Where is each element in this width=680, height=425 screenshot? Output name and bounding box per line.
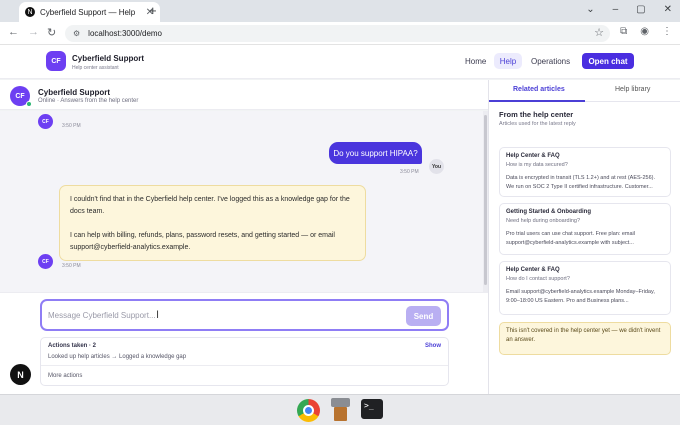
url-text[interactable]: localhost:3000/demo — [88, 29, 162, 38]
assistant-message-paragraph: I couldn't find that in the Cyberfield h… — [70, 196, 350, 215]
assistant-message-paragraph: I can help with billing, refunds, plans,… — [70, 232, 335, 251]
assistant-message: I couldn't find that in the Cyberfield h… — [59, 185, 366, 261]
open-chat-button[interactable]: Open chat — [582, 53, 634, 69]
message-time: 3:50 PM — [62, 123, 81, 129]
forward-icon[interactable]: → — [28, 26, 39, 38]
message-list[interactable]: CF 3:50 PM Do you support HIPAA? You 3:5… — [0, 111, 488, 292]
app-header: CF Cyberfield Support Help center assist… — [0, 45, 680, 79]
chrome-icon[interactable] — [297, 399, 320, 422]
tab-help-library[interactable]: Help library — [615, 86, 650, 93]
article-category: Help Center & FAQ — [506, 267, 560, 273]
reload-icon[interactable]: ↻ — [47, 26, 56, 39]
panel-heading: From the help center — [499, 110, 574, 119]
article-excerpt: Data is encrypted in transit (TLS 1.2+) … — [506, 175, 656, 190]
online-indicator — [26, 101, 32, 107]
actions-show-button[interactable]: Show — [425, 343, 441, 349]
profile-icon[interactable]: ◉ — [640, 26, 649, 37]
favicon-icon: N — [25, 7, 35, 17]
divider — [41, 365, 448, 366]
terminal-icon[interactable]: >_ — [361, 399, 383, 419]
nextjs-badge-icon[interactable]: N — [10, 364, 31, 385]
nav-help[interactable]: Help — [494, 53, 522, 69]
extensions-icon[interactable]: ⧉ — [620, 26, 627, 37]
article-question: Need help during onboarding? — [506, 218, 581, 224]
files-app-icon-body — [334, 407, 347, 421]
user-avatar: You — [429, 159, 444, 174]
close-window-icon[interactable]: ✕ — [664, 4, 672, 15]
brand-subtitle: Help center assistant — [72, 65, 119, 71]
chat-status: Online · Answers from the help center — [38, 98, 139, 104]
message-time: 3:50 PM — [62, 263, 81, 269]
article-question: How is my data secured? — [506, 162, 568, 168]
brand-logo: CF — [46, 51, 66, 71]
chat-title: Cyberfield Support — [38, 88, 111, 97]
text-cursor-icon: I — [156, 309, 160, 321]
user-message: Do you support HIPAA? — [329, 142, 422, 164]
nav-operations[interactable]: Operations — [531, 57, 570, 66]
brand-title: Cyberfield Support — [72, 54, 145, 63]
actions-detail: Looked up help articles → Logged a knowl… — [48, 354, 187, 360]
bookmark-star-icon[interactable]: ☆ — [594, 26, 604, 39]
files-app-icon[interactable] — [331, 398, 350, 422]
article-excerpt: Pro trial users can use chat support. Fr… — [506, 231, 636, 246]
files-app-icon-top — [331, 398, 350, 407]
message-time: 3:50 PM — [400, 169, 419, 175]
toolbar-actions: ⧉ ◉ ⋮ — [620, 26, 672, 37]
actions-title: Actions taken · 2 — [48, 343, 97, 349]
scrollbar-thumb[interactable] — [484, 115, 487, 285]
send-button[interactable]: Send — [406, 306, 441, 326]
actions-card: Actions taken · 2 Show Looked up help ar… — [40, 337, 449, 386]
nav-home[interactable]: Home — [465, 57, 486, 66]
article-category: Getting Started & Onboarding — [506, 209, 591, 215]
assistant-avatar: CF — [38, 254, 53, 269]
new-tab-icon[interactable]: + — [149, 3, 157, 18]
address-bar[interactable]: ⚙ localhost:3000/demo ☆ — [65, 25, 610, 42]
back-icon[interactable]: ← — [8, 26, 19, 38]
more-actions-button[interactable]: More actions — [48, 373, 82, 379]
composer: I Send Actions taken · 2 Show Looked up … — [0, 292, 488, 394]
maximize-icon[interactable]: ▢ — [636, 4, 645, 15]
article-excerpt: Email support@cyberfield-analytics.examp… — [506, 289, 655, 304]
assistant-avatar: CF — [38, 114, 53, 129]
menu-icon[interactable]: ⋮ — [662, 26, 672, 37]
browser-tab[interactable]: N Cyberfield Support — Help ✕ — [19, 2, 160, 22]
minimize-icon[interactable]: – — [613, 4, 619, 15]
message-input[interactable] — [40, 299, 449, 331]
articles-panel: Related articles Help library From the h… — [488, 80, 680, 394]
article-card[interactable]: Help Center & FAQ How do I contact suppo… — [499, 261, 671, 315]
panel-subheading: Articles used for the latest reply — [499, 121, 576, 127]
article-card[interactable]: Help Center & FAQ How is my data secured… — [499, 147, 671, 197]
window-controls: ⌄ – ▢ ✕ — [586, 4, 672, 15]
tab-title: Cyberfield Support — Help — [40, 7, 136, 17]
article-question: How do I contact support? — [506, 276, 570, 282]
browser-tabstrip: N Cyberfield Support — Help ✕ + ⌄ – ▢ ✕ — [0, 0, 680, 22]
dropdown-icon[interactable]: ⌄ — [586, 4, 594, 15]
taskbar: >_ — [0, 394, 680, 425]
site-info-icon[interactable]: ⚙ — [73, 29, 80, 38]
article-card[interactable]: Getting Started & Onboarding Need help d… — [499, 203, 671, 255]
article-category: Help Center & FAQ — [506, 153, 560, 159]
knowledge-gap-notice: This isn't covered in the help center ye… — [499, 322, 671, 355]
active-tab-indicator — [489, 100, 585, 102]
tab-related-articles[interactable]: Related articles — [513, 86, 565, 93]
chat-header: CF Cyberfield Support Online · Answers f… — [0, 80, 488, 110]
browser-toolbar: ← → ↻ ⚙ localhost:3000/demo ☆ ⧉ ◉ ⋮ — [0, 22, 680, 45]
